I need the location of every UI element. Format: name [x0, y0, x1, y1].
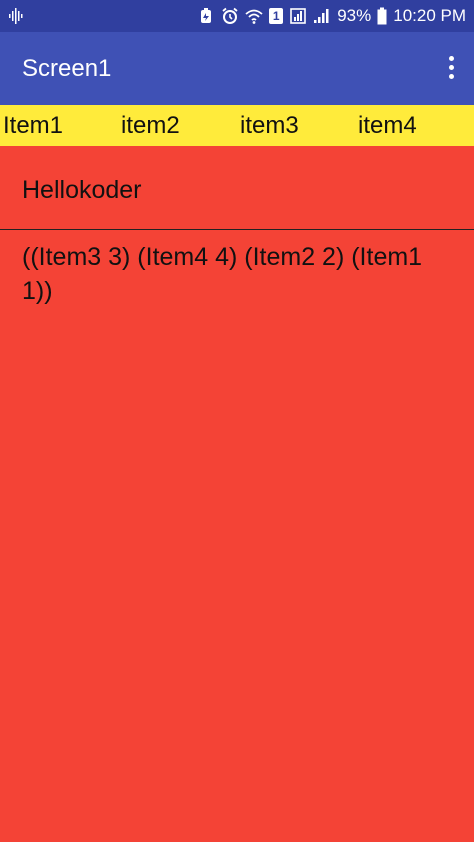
battery-percent: 93% [337, 6, 372, 25]
item-bar: Item1 item2 item3 item4 [0, 105, 474, 146]
wifi-icon [245, 7, 263, 25]
status-bar: 1 93% 10:20 PM [0, 0, 474, 32]
battery-icon [377, 7, 387, 25]
clock: 10:20 PM [393, 6, 466, 25]
voice-wave-icon [8, 7, 24, 25]
app-bar: Screen1 [0, 32, 474, 105]
hello-label: Hellokoder [22, 176, 142, 204]
battery-saver-icon [197, 7, 215, 25]
hello-row: Hellokoder [0, 146, 474, 230]
divider [0, 229, 474, 230]
call-log-icon [289, 7, 307, 25]
item-3[interactable]: item3 [240, 105, 299, 146]
item-1[interactable]: Item1 [3, 105, 63, 146]
overflow-menu-icon[interactable] [446, 56, 456, 82]
app-title: Screen1 [22, 55, 112, 82]
sim-badge: 1 [269, 8, 284, 24]
items-result-label: ((Item3 3) (Item4 4) (Item2 2) (Item1 1)… [22, 243, 423, 305]
item-2[interactable]: item2 [121, 105, 180, 146]
item-4[interactable]: item4 [358, 105, 417, 146]
alarm-icon [221, 7, 239, 25]
signal-icon [313, 7, 331, 25]
